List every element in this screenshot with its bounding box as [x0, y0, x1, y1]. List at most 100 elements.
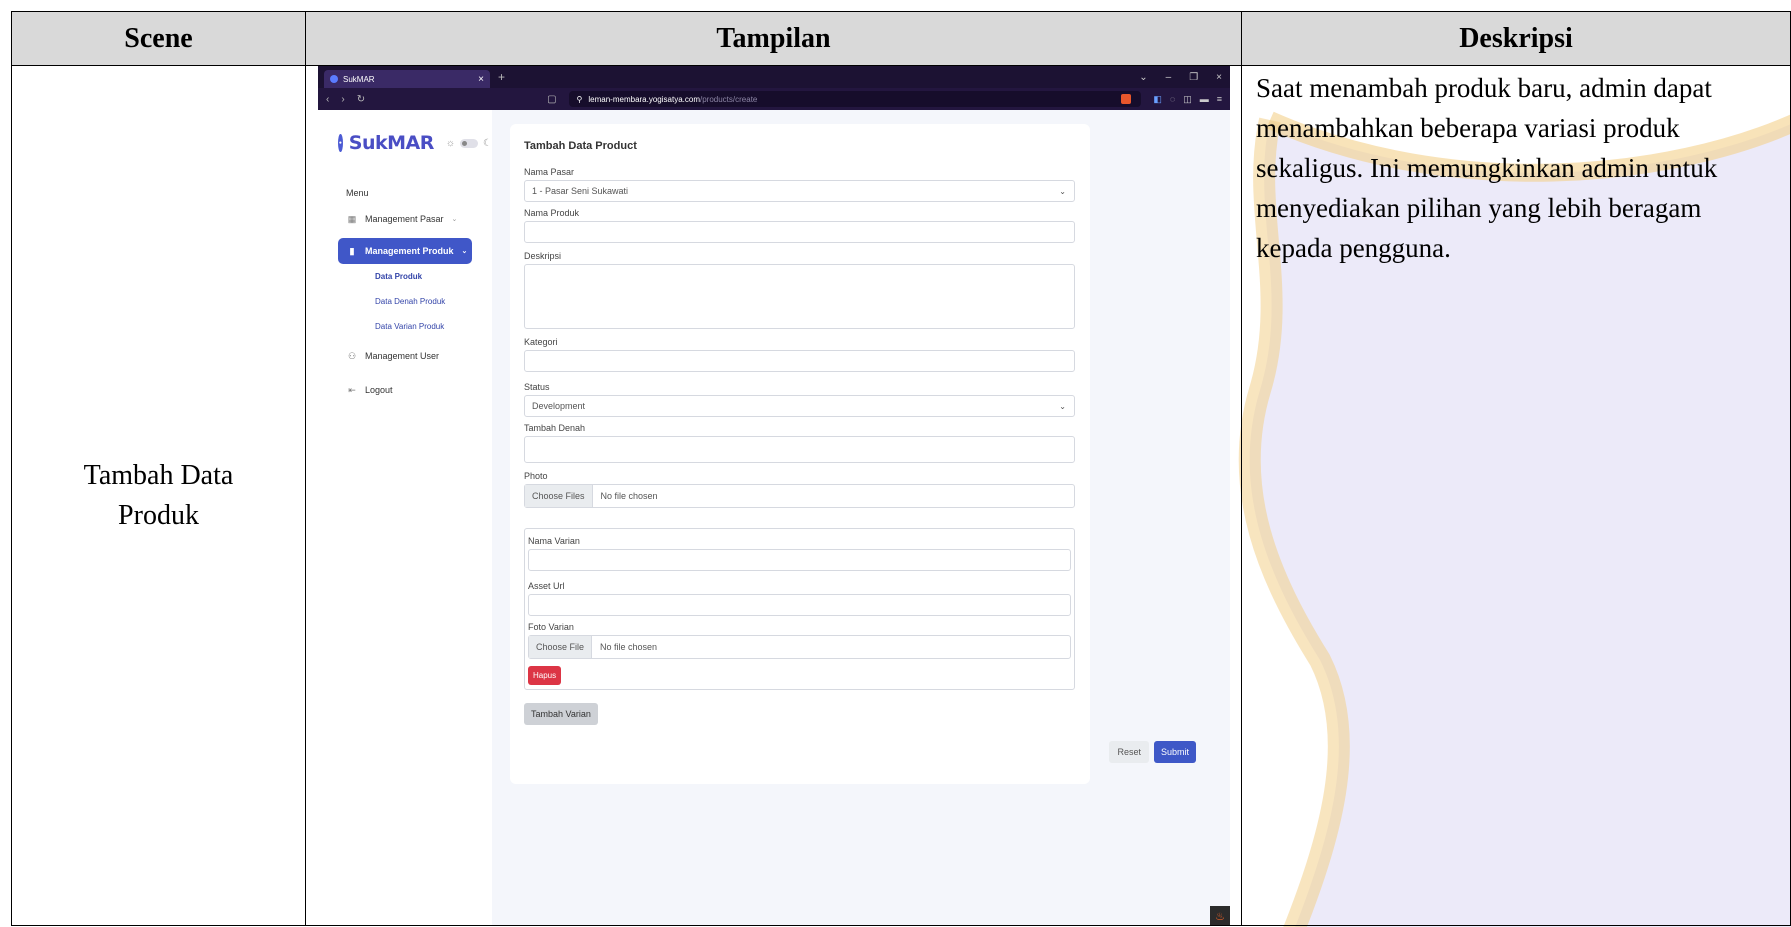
- nama-produk-label: Nama Produk: [524, 208, 580, 218]
- table-header-row: Scene Tampilan Deskripsi: [11, 11, 1791, 66]
- sidebar-item-management-user[interactable]: ⚇ Management User: [338, 343, 472, 369]
- menu-icon[interactable]: ≡: [1217, 94, 1222, 105]
- close-icon[interactable]: ×: [478, 74, 484, 85]
- nama-produk-input[interactable]: [524, 221, 1075, 243]
- logo-row: ● SukMAR ☼ ☾: [318, 132, 492, 154]
- brave-shield-icon[interactable]: [1121, 94, 1132, 104]
- chevron-down-icon[interactable]: ⌄: [1139, 72, 1147, 83]
- photo-file-input[interactable]: Choose Files No file chosen: [524, 484, 1075, 508]
- variant-box: Nama Varian Asset Url Foto Varian Choose…: [524, 528, 1075, 690]
- form-card: Tambah Data Product Nama Pasar 1 - Pasar…: [510, 124, 1090, 784]
- address-bar-row: ‹ › ↻ ▢ ⚲ leman-membara.yogisatya.com/pr…: [318, 88, 1230, 110]
- back-icon[interactable]: ‹: [326, 94, 329, 105]
- deskripsi-label: Deskripsi: [524, 251, 562, 261]
- description-text: Saat menambah produk baru, admin dapat m…: [1256, 73, 1718, 263]
- sidebar-icon[interactable]: ◫: [1183, 94, 1192, 105]
- logo-icon: ●: [338, 134, 343, 152]
- browser-window: SukMAR × + ⌄ – ❐ × ‹ › ↻ ▢ ⚲ leman-memba…: [318, 66, 1230, 925]
- deskripsi-textarea[interactable]: [524, 264, 1075, 329]
- nama-pasar-label: Nama Pasar: [524, 167, 575, 177]
- submit-button[interactable]: Submit: [1153, 741, 1196, 763]
- choose-file-button[interactable]: Choose File: [529, 636, 593, 658]
- nama-varian-label: Nama Varian: [528, 536, 580, 546]
- asset-url-label: Asset Url: [528, 581, 565, 591]
- users-icon: ⚇: [347, 350, 357, 361]
- description-cell: Saat menambah produk baru, admin dapat m…: [1241, 65, 1791, 926]
- scene-name: Tambah Data Produk: [83, 459, 234, 531]
- site-info-icon[interactable]: ⚲: [577, 95, 583, 104]
- translate-icon[interactable]: ◧: [1153, 94, 1162, 105]
- url-field[interactable]: ⚲ leman-membara.yogisatya.com/products/c…: [568, 91, 1142, 107]
- nama-pasar-select[interactable]: 1 - Pasar Seni Sukawati ⌄: [524, 180, 1075, 202]
- tab-bar: SukMAR × + ⌄ – ❐ ×: [318, 66, 1230, 88]
- sidebar-item-label: Management Pasar: [365, 214, 444, 224]
- status-select[interactable]: Development ⌄: [524, 395, 1075, 417]
- chevron-down-icon: ⌄: [451, 216, 458, 223]
- minimize-icon[interactable]: –: [1166, 72, 1172, 83]
- sidebar-item-logout[interactable]: ⇤ Logout: [338, 377, 472, 403]
- bookmark-icon[interactable]: ▢: [547, 94, 556, 105]
- url-path: /products/create: [700, 94, 758, 104]
- submenu-data-produk[interactable]: Data Produk: [375, 264, 492, 289]
- table-row: Tambah Data Produk SukMAR × + ⌄ – ❐ × ‹ …: [11, 65, 1791, 926]
- sidebar-item-management-pasar[interactable]: ▦ Management Pasar ⌄: [338, 206, 472, 232]
- tambah-varian-button[interactable]: Tambah Varian: [524, 703, 598, 725]
- photo-label: Photo: [524, 471, 548, 481]
- bag-icon: ▮: [349, 245, 355, 256]
- favicon-icon: [330, 75, 338, 83]
- logo[interactable]: SukMAR: [349, 132, 435, 154]
- close-window-icon[interactable]: ×: [1216, 72, 1222, 83]
- extensions-icon[interactable]: ◌: [1170, 94, 1175, 105]
- sun-icon: ☼: [445, 137, 456, 149]
- window-controls: ⌄ – ❐ ×: [1139, 72, 1230, 83]
- status-value: Development: [532, 401, 586, 411]
- building-icon: ▦: [347, 213, 357, 224]
- submenu-data-varian-produk[interactable]: Data Varian Produk: [375, 314, 492, 339]
- chevron-down-icon: ⌄: [1059, 401, 1066, 411]
- menu-title: Menu: [346, 188, 369, 198]
- nama-varian-input[interactable]: [528, 549, 1071, 571]
- toggle-switch[interactable]: [460, 138, 479, 148]
- choose-files-button[interactable]: Choose Files: [525, 485, 593, 507]
- document-table: Scene Tampilan Deskripsi Tambah Data Pro…: [11, 11, 1791, 926]
- hapus-button[interactable]: Hapus: [528, 666, 562, 685]
- tambah-denah-input[interactable]: [524, 436, 1075, 463]
- asset-url-input[interactable]: [528, 594, 1071, 616]
- new-tab-icon[interactable]: +: [498, 70, 505, 84]
- kategori-input[interactable]: [524, 350, 1075, 372]
- flame-icon[interactable]: ♨: [1210, 906, 1230, 925]
- wallet-icon[interactable]: ▬: [1200, 94, 1209, 105]
- tab-title: SukMAR: [343, 74, 375, 84]
- photo-file-status: No file chosen: [600, 491, 658, 501]
- header-scene: Scene: [11, 11, 306, 66]
- kategori-label: Kategori: [524, 337, 558, 347]
- submenu-data-denah-produk[interactable]: Data Denah Produk: [375, 289, 492, 314]
- url-host: leman-membara.yogisatya.com: [588, 94, 700, 104]
- restore-icon[interactable]: ❐: [1189, 72, 1198, 83]
- sidebar-item-management-produk[interactable]: ▮ Management Produk ⌄: [338, 238, 472, 264]
- chevron-down-icon: ⌄: [461, 248, 468, 255]
- reload-icon[interactable]: ↻: [357, 94, 365, 105]
- sidebar-item-label: Management User: [365, 351, 440, 361]
- screenshot-cell: SukMAR × + ⌄ – ❐ × ‹ › ↻ ▢ ⚲ leman-memba…: [305, 65, 1242, 926]
- foto-varian-file-status: No file chosen: [600, 642, 658, 652]
- browser-tab[interactable]: SukMAR ×: [324, 70, 490, 88]
- foto-varian-file-input[interactable]: Choose File No file chosen: [528, 635, 1071, 659]
- chevron-down-icon: ⌄: [1059, 186, 1066, 196]
- app-area: ● SukMAR ☼ ☾ Menu ▦ Management Pasar ⌄ ▮…: [318, 110, 1230, 925]
- tambah-denah-label: Tambah Denah: [524, 423, 586, 433]
- logout-icon: ⇤: [348, 384, 356, 395]
- status-label: Status: [524, 382, 550, 392]
- submenu: Data Produk Data Denah Produk Data Varia…: [318, 264, 492, 339]
- theme-toggle[interactable]: ☼ ☾: [446, 138, 492, 149]
- nama-pasar-value: 1 - Pasar Seni Sukawati: [532, 186, 629, 196]
- forward-icon[interactable]: ›: [341, 94, 344, 105]
- header-deskripsi: Deskripsi: [1241, 11, 1791, 66]
- reset-button[interactable]: Reset: [1109, 741, 1149, 763]
- sidebar: ● SukMAR ☼ ☾ Menu ▦ Management Pasar ⌄ ▮…: [318, 110, 492, 925]
- page-title: Tambah Data Product: [524, 140, 637, 152]
- header-tampilan: Tampilan: [305, 11, 1242, 66]
- sidebar-item-label: Management Produk: [365, 246, 454, 256]
- sidebar-item-label: Logout: [365, 385, 393, 395]
- scene-cell: Tambah Data Produk: [11, 65, 306, 926]
